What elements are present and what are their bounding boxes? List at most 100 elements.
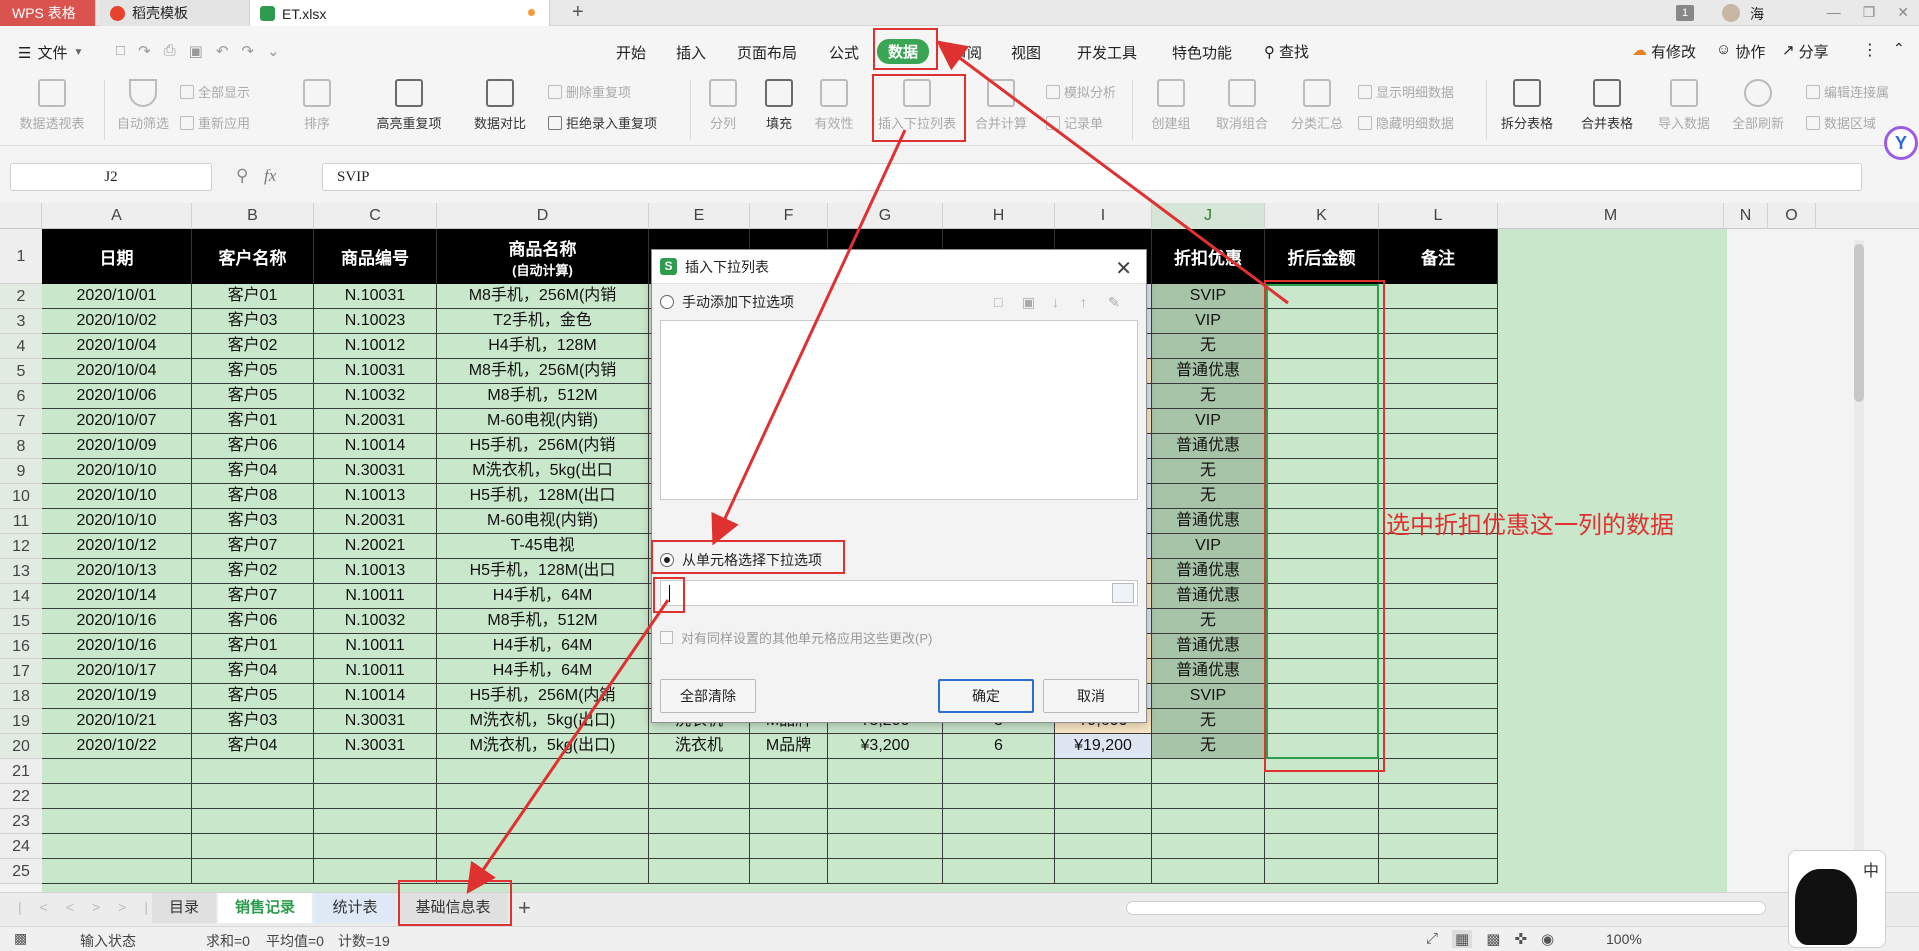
name-box[interactable]: J2 (10, 163, 212, 191)
table-cell[interactable]: N.30031 (314, 734, 437, 759)
table-cell[interactable]: T2手机，金色 (437, 309, 649, 334)
row-header-9[interactable]: 9 (0, 459, 42, 484)
merge-calc-button[interactable]: 合并计算 (966, 76, 1036, 132)
validity-button[interactable]: 有效性 (804, 76, 864, 132)
table-cell[interactable]: 客户07 (192, 584, 314, 609)
empty-cell[interactable] (828, 784, 943, 809)
table-cell[interactable]: N.30031 (314, 459, 437, 484)
changes-button[interactable]: ☁ 有修改 (1632, 41, 1696, 62)
column-header-k[interactable]: K (1265, 203, 1379, 229)
page-break-view-icon[interactable]: ▩ (1486, 930, 1500, 948)
table-cell[interactable] (1265, 409, 1379, 434)
macro-record-icon[interactable]: ▩ (14, 930, 27, 947)
table-cell[interactable] (1265, 534, 1379, 559)
empty-cell[interactable] (750, 809, 828, 834)
sheet-tab-sales[interactable]: 销售记录 (218, 893, 312, 923)
table-cell[interactable]: 客户06 (192, 609, 314, 634)
table-cell[interactable]: M8手机，512M (437, 384, 649, 409)
empty-cell[interactable] (1379, 809, 1498, 834)
table-cell[interactable] (1265, 734, 1379, 759)
table-cell[interactable]: N.10013 (314, 484, 437, 509)
header-cell[interactable]: 折扣优惠 (1152, 229, 1265, 284)
reject-duplicates-button[interactable]: 拒绝录入重复项 (548, 113, 657, 132)
table-cell[interactable]: N.10012 (314, 334, 437, 359)
table-cell[interactable]: 无 (1152, 384, 1265, 409)
table-cell[interactable]: N.20031 (314, 409, 437, 434)
sheet-tab-toc[interactable]: 目录 (152, 893, 216, 923)
fullscreen-icon[interactable]: ⤢ (1426, 930, 1438, 948)
table-cell[interactable]: 客户08 (192, 484, 314, 509)
empty-cell[interactable] (1152, 759, 1265, 784)
file-menu[interactable]: ☰ 文件 ▼ (18, 42, 83, 63)
row-header-16[interactable]: 16 (0, 634, 42, 659)
header-cell[interactable]: 折后金额 (1265, 229, 1379, 284)
table-cell[interactable]: H5手机，256M(内销 (437, 434, 649, 459)
row-header-19[interactable]: 19 (0, 709, 42, 734)
table-cell[interactable]: T-45电视 (437, 534, 649, 559)
table-cell[interactable]: 无 (1152, 709, 1265, 734)
empty-cell[interactable] (437, 859, 649, 884)
move-up-icon[interactable]: ↑ (1080, 294, 1087, 310)
column-header-e[interactable]: E (649, 203, 750, 229)
table-cell[interactable]: N.20021 (314, 534, 437, 559)
table-cell[interactable] (1379, 684, 1498, 709)
zoom-formula-icon[interactable]: ⚲ (236, 166, 248, 186)
sheet-tab-basic-info[interactable]: 基础信息表 (398, 893, 508, 923)
empty-cell[interactable] (192, 759, 314, 784)
empty-cell[interactable] (750, 759, 828, 784)
table-cell[interactable]: 客户07 (192, 534, 314, 559)
table-cell[interactable] (1379, 409, 1498, 434)
merge-table-button[interactable]: 合并表格 (1568, 76, 1646, 132)
table-cell[interactable]: 2020/10/07 (42, 409, 192, 434)
empty-cell[interactable] (42, 834, 192, 859)
table-cell[interactable]: M品牌 (750, 734, 828, 759)
table-cell[interactable]: 无 (1152, 734, 1265, 759)
table-cell[interactable] (1265, 384, 1379, 409)
table-cell[interactable] (1265, 284, 1379, 309)
table-cell[interactable]: 6 (943, 734, 1055, 759)
header-cell[interactable]: 商品名称 (自动计算) (437, 229, 649, 284)
tab-home[interactable]: 开始 (616, 42, 646, 63)
empty-cell[interactable] (42, 809, 192, 834)
column-header-f[interactable]: F (750, 203, 828, 229)
empty-cell[interactable] (750, 859, 828, 884)
empty-cell[interactable] (943, 809, 1055, 834)
empty-cell[interactable] (828, 834, 943, 859)
table-cell[interactable]: VIP (1152, 309, 1265, 334)
table-cell[interactable]: 2020/10/01 (42, 284, 192, 309)
create-group-button[interactable]: 创建组 (1140, 76, 1202, 132)
cancel-button[interactable]: 取消 (1043, 679, 1139, 713)
table-cell[interactable]: 洗衣机 (649, 734, 750, 759)
table-cell[interactable]: N.10031 (314, 284, 437, 309)
table-cell[interactable] (1265, 484, 1379, 509)
row-header-8[interactable]: 8 (0, 434, 42, 459)
tab-review[interactable]: 审阅 (952, 42, 982, 63)
table-cell[interactable]: 普通优惠 (1152, 359, 1265, 384)
column-header-i[interactable]: I (1055, 203, 1152, 229)
autofilter-button[interactable]: 自动筛选 (110, 76, 176, 132)
zoom-level[interactable]: 100% (1606, 931, 1642, 947)
empty-cell[interactable] (42, 759, 192, 784)
table-cell[interactable]: 客户04 (192, 659, 314, 684)
close-icon[interactable]: ✕ (1897, 4, 1909, 21)
table-cell[interactable]: N.10031 (314, 359, 437, 384)
empty-cell[interactable] (192, 834, 314, 859)
table-cell[interactable]: 2020/10/16 (42, 634, 192, 659)
empty-cell[interactable] (314, 834, 437, 859)
table-cell[interactable]: 无 (1152, 334, 1265, 359)
range-picker-icon[interactable] (1112, 583, 1134, 603)
table-cell[interactable]: 2020/10/10 (42, 509, 192, 534)
empty-cell[interactable] (437, 759, 649, 784)
apply-same-setting-option[interactable]: 对有同样设置的其他单元格应用这些更改(P) (660, 628, 932, 647)
empty-cell[interactable] (1055, 784, 1152, 809)
empty-cell[interactable] (649, 759, 750, 784)
table-cell[interactable]: 2020/10/13 (42, 559, 192, 584)
table-cell[interactable] (1379, 634, 1498, 659)
table-cell[interactable] (1379, 734, 1498, 759)
table-cell[interactable]: 客户03 (192, 709, 314, 734)
table-cell[interactable] (1379, 284, 1498, 309)
more-icon[interactable]: ⋮ (1862, 40, 1878, 60)
empty-cell[interactable] (828, 809, 943, 834)
row-header-24[interactable]: 24 (0, 834, 42, 859)
tab-insert[interactable]: 插入 (676, 42, 706, 63)
